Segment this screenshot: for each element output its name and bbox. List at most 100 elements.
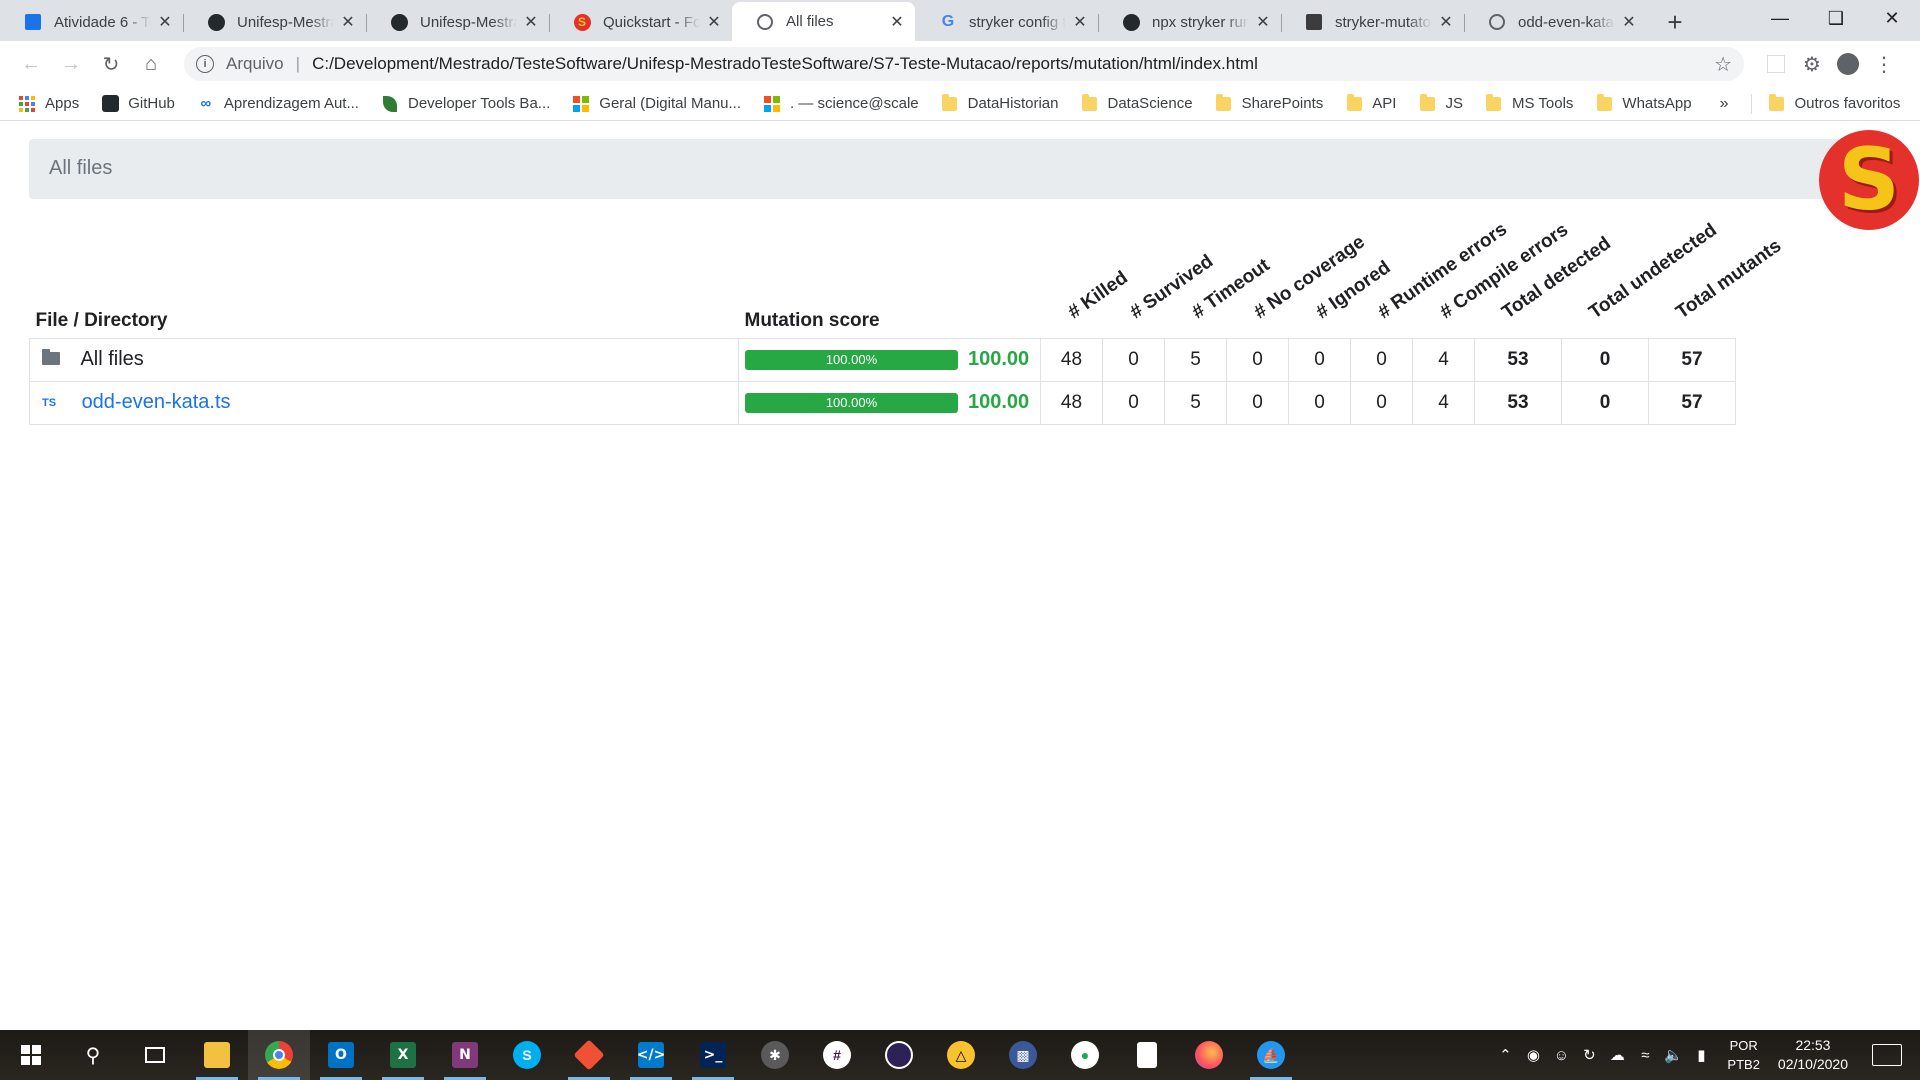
git-icon[interactable] xyxy=(558,1030,620,1080)
tab-title: All files xyxy=(786,13,834,30)
tab-npx-stryker[interactable]: npx stryker run ✕ xyxy=(1098,5,1281,39)
battery-icon[interactable]: ▮ xyxy=(1687,1046,1715,1064)
bookmark-developer-tools[interactable]: Developer Tools Ba... xyxy=(381,95,550,113)
tab-atividade[interactable]: Atividade 6 - Te ✕ xyxy=(0,5,183,39)
file-explorer-icon[interactable] xyxy=(186,1030,248,1080)
docker-icon[interactable]: ⛵ xyxy=(1240,1030,1302,1080)
excel-icon[interactable]: X xyxy=(372,1030,434,1080)
slack-icon[interactable]: # xyxy=(806,1030,868,1080)
bookmark-apps[interactable]: Apps xyxy=(18,95,79,113)
vscode-icon[interactable]: </> xyxy=(620,1030,682,1080)
bookmark-label: Aprendizagem Aut... xyxy=(223,95,359,112)
score-cell: 100.00% 100.00 xyxy=(738,380,1041,425)
bookmark-datascience[interactable]: DataScience xyxy=(1081,93,1193,113)
back-arrow-icon[interactable]: ← xyxy=(14,47,48,81)
mutation-report-page: All files S File / Directory Mutation sc… xyxy=(0,122,1920,1030)
menu-kebab-icon[interactable]: ⋮ xyxy=(1866,47,1902,81)
tab-title: Unifesp-Mestra xyxy=(237,13,334,31)
task-view-icon[interactable] xyxy=(124,1030,186,1080)
bookmarks-bar: Apps GitHub ∞ Aprendizagem Aut... Develo… xyxy=(0,87,1920,121)
address-bar[interactable]: i Arquivo | C:/Development/Mestrado/Test… xyxy=(184,47,1744,81)
bookmark-api[interactable]: API xyxy=(1345,93,1397,113)
puzzle-extensions-icon[interactable]: ⚙ xyxy=(1794,47,1830,81)
network-app-icon[interactable]: ✱ xyxy=(744,1030,806,1080)
bookmark-ms-tools[interactable]: MS Tools xyxy=(1485,93,1573,113)
breadcrumb: All files xyxy=(29,139,1889,199)
onedrive-cloud-icon[interactable]: ☁ xyxy=(1603,1046,1631,1064)
close-icon[interactable]: ✕ xyxy=(157,12,173,32)
info-icon[interactable]: i xyxy=(196,55,214,73)
tray-sync-icon[interactable]: ↻ xyxy=(1575,1046,1603,1064)
vpn-icon[interactable]: △ xyxy=(930,1030,992,1080)
tray-app-icon[interactable]: ◉ xyxy=(1519,1046,1547,1064)
globe-icon xyxy=(1488,13,1506,31)
address-url[interactable]: C:/Development/Mestrado/TesteSoftware/Un… xyxy=(312,54,1714,74)
volume-icon[interactable]: 🔈 xyxy=(1659,1046,1687,1064)
close-icon[interactable]: ✕ xyxy=(1438,12,1454,32)
col-runtime-errors: # Runtime errors xyxy=(1351,218,1511,338)
powershell-icon[interactable]: >_ xyxy=(682,1030,744,1080)
restore-icon[interactable]: ❑ xyxy=(1808,0,1864,36)
onenote-icon[interactable]: N xyxy=(434,1030,496,1080)
bookmarks-overflow-chevron-icon[interactable]: » xyxy=(1720,95,1729,113)
bookmark-js[interactable]: JS xyxy=(1418,93,1463,113)
tab-unifesp-2[interactable]: Unifesp-Mestra ✕ xyxy=(366,5,549,39)
tab-quickstart[interactable]: S Quickstart - For ✕ xyxy=(549,5,732,39)
new-tab-button[interactable]: + xyxy=(1655,5,1695,39)
eclipse-icon[interactable] xyxy=(868,1030,930,1080)
close-icon[interactable]: ✕ xyxy=(889,12,905,32)
close-icon[interactable]: ✕ xyxy=(340,12,356,32)
file-link[interactable]: odd-even-kata.ts xyxy=(82,391,231,413)
folder-icon xyxy=(42,348,66,371)
outlook-icon[interactable]: O xyxy=(310,1030,372,1080)
folder-icon xyxy=(1081,93,1099,113)
tab-strip: Atividade 6 - Te ✕ Unifesp-Mestra ✕ Unif… xyxy=(0,0,1920,41)
search-icon[interactable]: ⚲ xyxy=(62,1030,124,1080)
wifi-icon[interactable]: ≈ xyxy=(1631,1047,1659,1064)
bookmark-label: API xyxy=(1372,95,1397,112)
bookmark-geral[interactable]: Geral (Digital Manu... xyxy=(572,95,741,113)
home-icon[interactable]: ⌂ xyxy=(134,47,168,81)
keyboard-language[interactable]: POR PTB2 xyxy=(1727,1036,1760,1074)
close-icon[interactable]: ✕ xyxy=(1072,12,1088,32)
reload-icon[interactable]: ↻ xyxy=(94,47,128,81)
close-window-icon[interactable]: ✕ xyxy=(1864,0,1920,36)
bookmark-github[interactable]: GitHub xyxy=(101,95,175,113)
start-windows-icon[interactable] xyxy=(0,1030,62,1080)
minimize-icon[interactable]: — xyxy=(1752,0,1808,36)
mongodb-icon[interactable]: ● xyxy=(1054,1030,1116,1080)
bookmark-whatsapp[interactable]: WhatsApp xyxy=(1595,93,1692,113)
tab-all-files[interactable]: All files ✕ xyxy=(732,2,915,41)
chevron-up-icon[interactable]: ⌃ xyxy=(1491,1046,1519,1064)
close-icon[interactable]: ✕ xyxy=(1621,12,1637,32)
skype-icon[interactable]: S xyxy=(496,1030,558,1080)
bookmark-aprendizagem[interactable]: ∞ Aprendizagem Aut... xyxy=(197,95,359,113)
tab-odd-even-kata[interactable]: odd-even-kata ✕ xyxy=(1464,5,1647,39)
extension-icon[interactable] xyxy=(1758,47,1794,81)
tab-stryker-mutator[interactable]: stryker-mutator ✕ xyxy=(1281,5,1464,39)
tab-stryker-config[interactable]: G stryker config t ✕ xyxy=(915,5,1098,39)
bookmark-star-icon[interactable]: ☆ xyxy=(1714,52,1732,77)
bookmark-datahistorian[interactable]: DataHistorian xyxy=(941,93,1059,113)
remote-icon[interactable]: ▩ xyxy=(992,1030,1054,1080)
mutation-table: File / Directory Mutation score # Killed… xyxy=(29,218,1785,425)
close-icon[interactable]: ✕ xyxy=(706,12,722,32)
bookmark-science[interactable]: . — science@scale xyxy=(763,95,919,113)
chrome-icon[interactable] xyxy=(248,1030,310,1080)
close-icon[interactable]: ✕ xyxy=(1255,12,1271,32)
profile-avatar-icon[interactable] xyxy=(1830,47,1866,81)
bookmark-sharepoints[interactable]: SharePoints xyxy=(1215,93,1323,113)
no-coverage-cell: 0 xyxy=(1226,380,1289,425)
bookmark-other-favorites[interactable]: Outros favoritos xyxy=(1768,93,1900,113)
notification-center-icon[interactable] xyxy=(1872,1044,1902,1066)
col-total-mutants-label: Total mutants xyxy=(1671,234,1785,323)
tray-emoji-icon[interactable]: ☺ xyxy=(1547,1047,1575,1064)
score-progress-bar: 100.00% xyxy=(745,349,958,370)
notepad-icon[interactable] xyxy=(1116,1030,1178,1080)
tab-unifesp-1[interactable]: Unifesp-Mestra ✕ xyxy=(183,5,366,39)
firefox-icon[interactable] xyxy=(1178,1030,1240,1080)
forward-arrow-icon[interactable]: → xyxy=(54,47,88,81)
clock[interactable]: 22:53 02/10/2020 xyxy=(1778,1036,1848,1074)
runtime-errors-cell: 0 xyxy=(1350,380,1413,425)
close-icon[interactable]: ✕ xyxy=(523,12,539,32)
